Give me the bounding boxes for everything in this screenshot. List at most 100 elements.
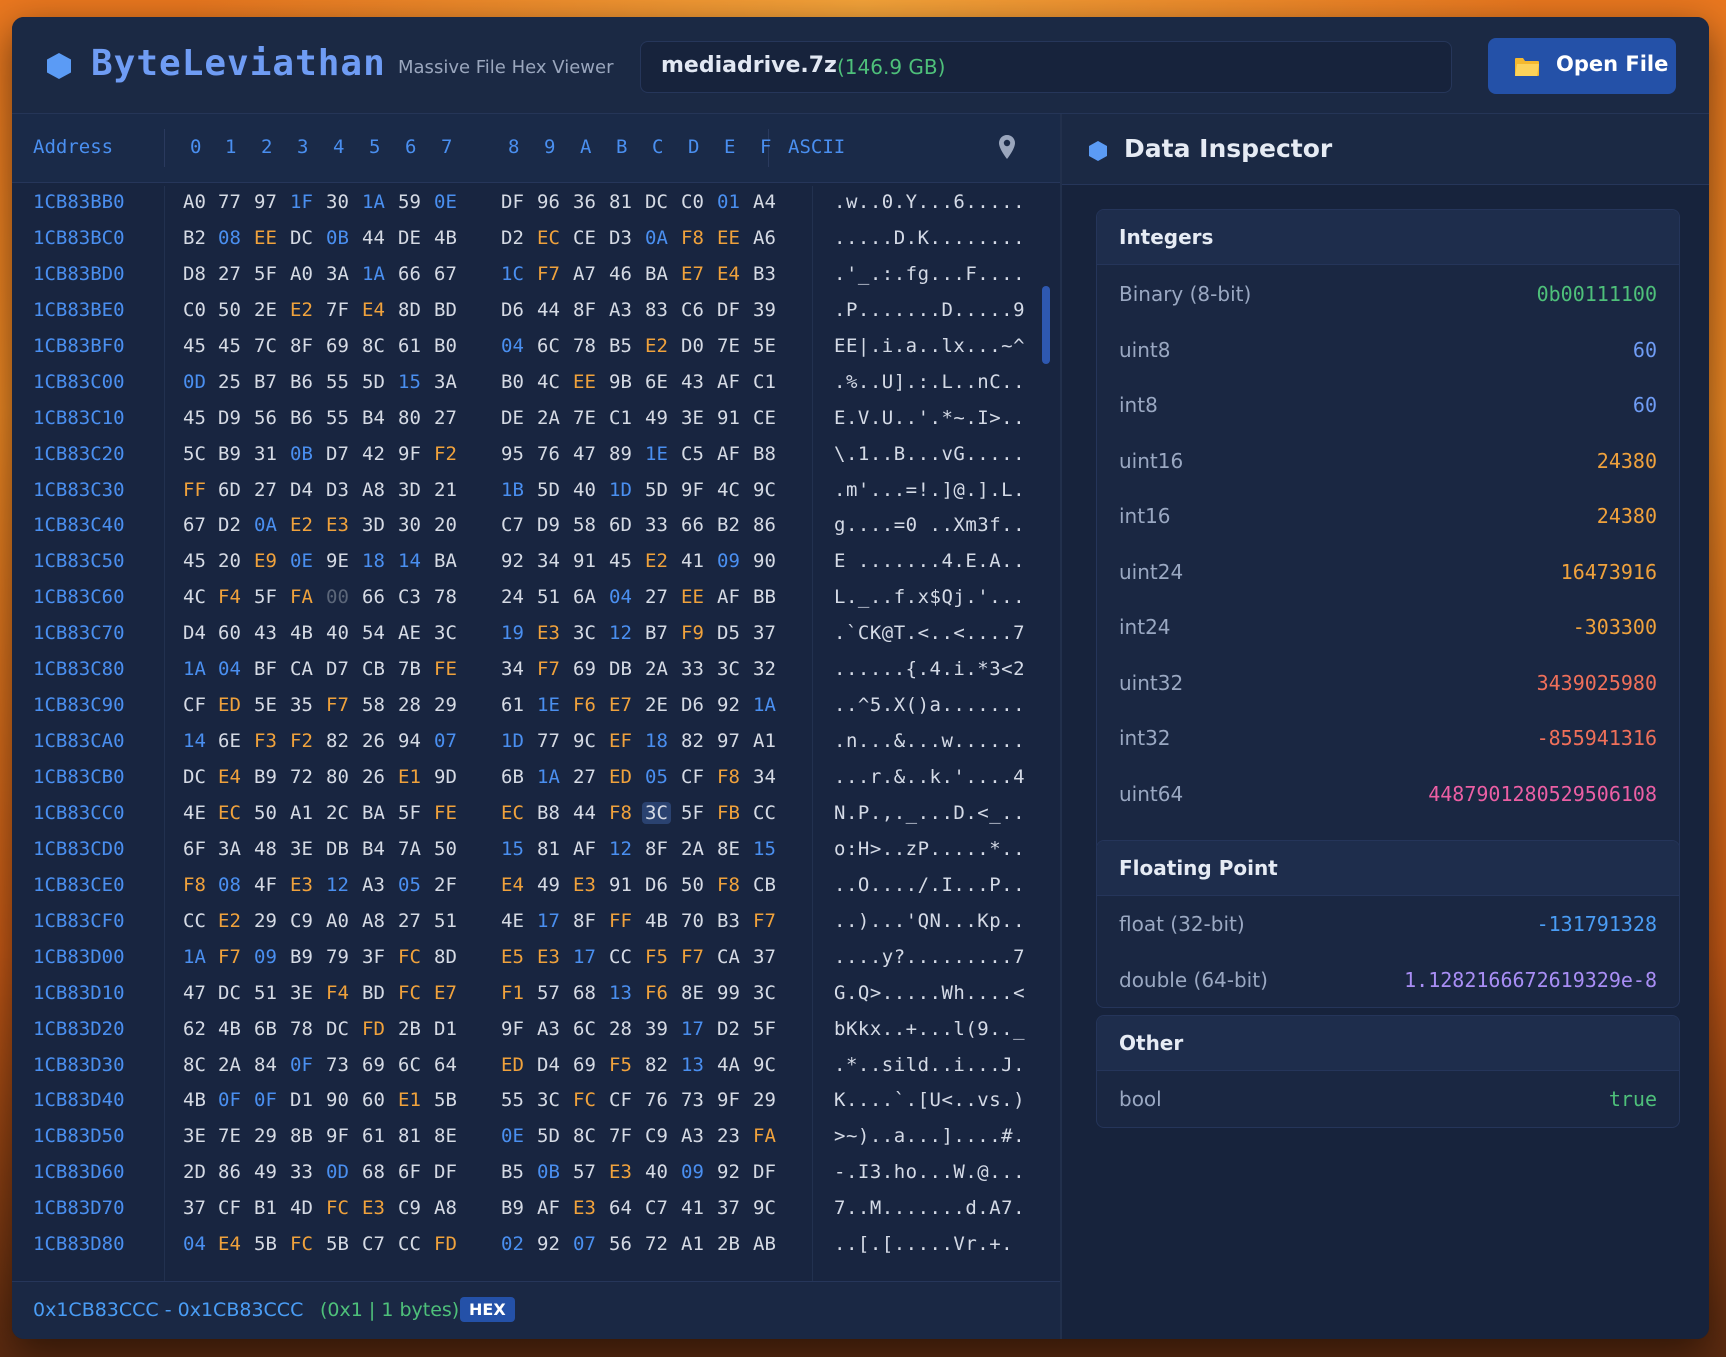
row-ascii[interactable]: N.P.,._...D.<_.. [834, 802, 1025, 824]
hex-byte[interactable]: 7C [254, 335, 277, 357]
hex-byte[interactable]: 30 [326, 191, 349, 213]
hex-byte[interactable]: 73 [326, 1054, 349, 1076]
hex-byte[interactable]: 51 [537, 586, 560, 608]
hex-byte[interactable]: C9 [645, 1125, 668, 1147]
hex-byte[interactable]: B4 [362, 838, 385, 860]
row-ascii[interactable]: EE|.i.a..lx...~^ [834, 335, 1025, 357]
row-ascii[interactable]: ......{.4.i.*3<2 [834, 658, 1025, 680]
hex-byte[interactable]: 8B [290, 1125, 313, 1147]
hex-byte[interactable]: 28 [398, 694, 421, 716]
hex-byte[interactable]: 04 [501, 335, 524, 357]
hex-byte[interactable]: 4D [290, 1197, 313, 1219]
hex-byte[interactable]: 17 [681, 1018, 704, 1040]
hex-byte[interactable]: 07 [434, 730, 457, 752]
hex-byte[interactable]: 9C [753, 479, 776, 501]
hex-byte[interactable]: D5 [717, 622, 740, 644]
hex-byte[interactable]: 5C [183, 443, 206, 465]
hex-byte[interactable]: EF [609, 730, 632, 752]
hex-byte[interactable]: 09 [254, 946, 277, 968]
hex-byte[interactable]: DF [753, 1161, 776, 1183]
hex-byte[interactable]: E4 [717, 263, 740, 285]
hex-byte[interactable]: 2F [434, 874, 457, 896]
hex-byte[interactable]: 4B [218, 1018, 241, 1040]
hex-byte[interactable]: 34 [537, 550, 560, 572]
hex-byte[interactable]: 37 [717, 1197, 740, 1219]
hex-byte[interactable]: F1 [501, 982, 524, 1004]
hex-byte[interactable]: 9F [501, 1018, 524, 1040]
hex-byte[interactable]: F4 [218, 586, 241, 608]
hex-byte[interactable]: 97 [717, 730, 740, 752]
hex-byte[interactable]: CC [183, 910, 206, 932]
hex-byte[interactable]: 6F [398, 1161, 421, 1183]
hex-byte[interactable]: 9F [717, 1089, 740, 1111]
hex-byte[interactable]: 60 [218, 622, 241, 644]
hex-byte[interactable]: FD [362, 1018, 385, 1040]
hex-byte[interactable]: F7 [326, 694, 349, 716]
hex-byte[interactable]: 62 [183, 1018, 206, 1040]
hex-byte[interactable]: 36 [573, 191, 596, 213]
hex-byte[interactable]: 58 [573, 514, 596, 536]
hex-byte[interactable]: A0 [290, 263, 313, 285]
hex-byte[interactable]: B1 [254, 1197, 277, 1219]
hex-byte[interactable]: 6B [501, 766, 524, 788]
hex-byte[interactable]: 8F [573, 299, 596, 321]
hex-byte[interactable]: F7 [753, 910, 776, 932]
hex-byte[interactable]: BA [434, 550, 457, 572]
hex-byte[interactable]: 42 [362, 443, 385, 465]
hex-byte[interactable]: 2C [326, 802, 349, 824]
hex-byte[interactable]: 56 [254, 407, 277, 429]
hex-byte[interactable]: 4C [537, 371, 560, 393]
hex-byte[interactable]: 33 [645, 514, 668, 536]
hex-byte[interactable]: AE [398, 622, 421, 644]
hex-byte[interactable]: 66 [398, 263, 421, 285]
hex-byte[interactable]: 6E [218, 730, 241, 752]
inspector-value[interactable]: -855941316 [1537, 726, 1657, 750]
hex-byte[interactable]: 19 [501, 622, 524, 644]
hex-row[interactable]: 1CB83CB0 DC E4 B9 72 80 26 E1 9D 6B 1A 27 ED 05 CF F8 34… [12, 761, 1060, 797]
hex-byte[interactable]: C0 [183, 299, 206, 321]
hex-byte[interactable]: BF [254, 658, 277, 680]
hex-row[interactable]: 1CB83D30 8C 2A 84 0F 73 69 6C 64 ED D4 69 F5 82 13 4A 9C… [12, 1049, 1060, 1085]
hex-byte[interactable]: 27 [254, 479, 277, 501]
hex-byte[interactable]: 23 [717, 1125, 740, 1147]
row-ascii[interactable]: E.V.U..'.*~.I>.. [834, 407, 1025, 429]
hex-byte[interactable]: FC [573, 1089, 596, 1111]
hex-byte[interactable]: A8 [362, 479, 385, 501]
row-ascii[interactable]: ..[.[.....Vr.+. [834, 1233, 1013, 1255]
hex-byte[interactable]: 0A [645, 227, 668, 249]
hex-byte[interactable]: 12 [609, 622, 632, 644]
hex-byte[interactable]: FC [398, 946, 421, 968]
hex-byte[interactable]: 9F [326, 1125, 349, 1147]
hex-byte[interactable]: 44 [537, 299, 560, 321]
hex-byte[interactable]: 27 [434, 407, 457, 429]
hex-row[interactable]: 1CB83CC0 4E EC 50 A1 2C BA 5F FE EC B8 44 F8 3C 5F FB CC… [12, 797, 1060, 833]
hex-byte[interactable]: 25 [218, 371, 241, 393]
hex-byte[interactable]: D4 [537, 1054, 560, 1076]
hex-byte[interactable]: E3 [609, 1161, 632, 1183]
hex-byte[interactable]: 4B [645, 910, 668, 932]
inspector-value[interactable]: 24380 [1597, 504, 1657, 528]
hex-byte[interactable]: D2 [218, 514, 241, 536]
hex-byte[interactable]: F7 [537, 263, 560, 285]
hex-byte[interactable]: 45 [218, 335, 241, 357]
row-ascii[interactable]: 7..M.......d.A7. [834, 1197, 1025, 1219]
hex-row[interactable]: 1CB83BB0 A0 77 97 1F 30 1A 59 0E DF 96 36 81 DC C0 01 A4… [12, 186, 1060, 222]
hex-byte[interactable]: B9 [254, 766, 277, 788]
hex-byte[interactable]: 86 [218, 1161, 241, 1183]
inspector-value[interactable]: 24380 [1597, 449, 1657, 473]
hex-byte[interactable]: A0 [183, 191, 206, 213]
hex-byte[interactable]: 90 [326, 1089, 349, 1111]
hex-byte[interactable]: 8F [573, 910, 596, 932]
hex-byte[interactable]: B9 [218, 443, 241, 465]
hex-byte[interactable]: E2 [290, 514, 313, 536]
hex-byte[interactable]: 3D [362, 514, 385, 536]
hex-byte[interactable]: C7 [645, 1197, 668, 1219]
hex-byte[interactable]: 77 [537, 730, 560, 752]
hex-byte[interactable]: 1B [501, 479, 524, 501]
hex-row[interactable]: 1CB83C60 4C F4 5F FA 00 66 C3 78 24 51 6A 04 27 EE AF BB… [12, 581, 1060, 617]
hex-byte[interactable]: 72 [290, 766, 313, 788]
hex-byte[interactable]: 8E [717, 838, 740, 860]
hex-byte[interactable]: 2A [537, 407, 560, 429]
hex-byte[interactable]: 3C [573, 622, 596, 644]
hex-byte[interactable]: 35 [290, 694, 313, 716]
